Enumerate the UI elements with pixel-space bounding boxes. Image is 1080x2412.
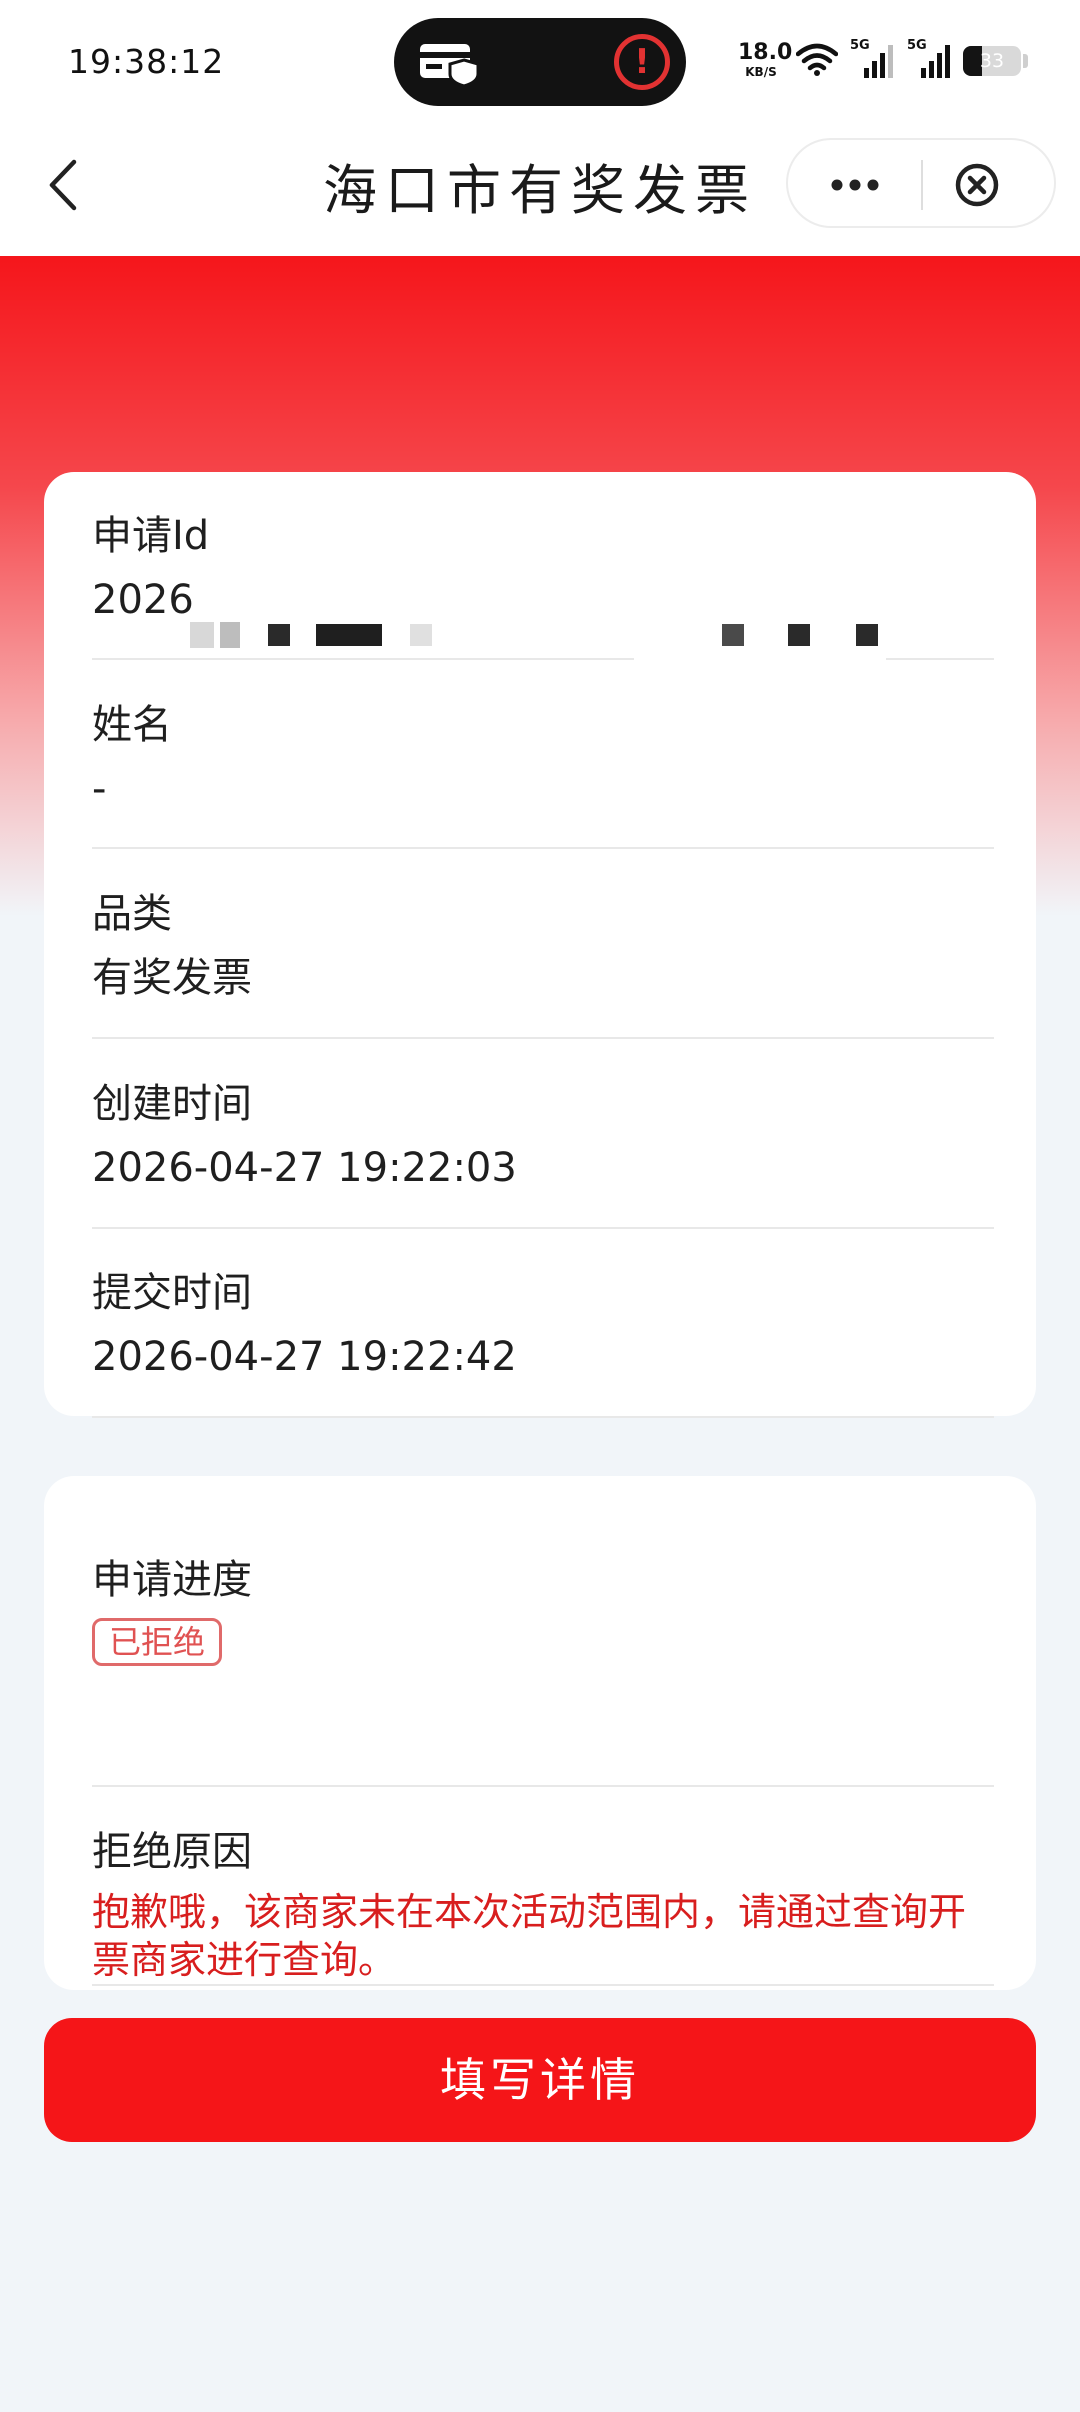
name-field: 姓名 - xyxy=(92,701,994,849)
battery-tip xyxy=(1023,54,1028,68)
created-time-field: 创建时间 2026-04-27 19:22:03 xyxy=(92,1080,994,1229)
reject-reason-text: 抱歉哦，该商家未在本次活动范围内，请通过查询开票商家进行查询。 xyxy=(92,1890,967,1982)
created-time-label: 创建时间 xyxy=(92,1081,252,1127)
submitted-time-label: 提交时间 xyxy=(92,1270,252,1316)
apply-id-label: 申请Id xyxy=(92,513,210,559)
capsule-divider xyxy=(921,160,923,210)
progress-field: 申请进度 已拒绝 xyxy=(92,1556,994,1787)
status-bar: 19:38:12 ! 18.0 KB/S 5G 5G 33 xyxy=(0,0,1080,124)
network-speed-value: 18.0 xyxy=(738,40,793,65)
dynamic-island[interactable]: ! xyxy=(394,18,686,106)
network-speed-unit: KB/S xyxy=(745,65,777,79)
apply-id-field: 申请Id 2026 xyxy=(92,512,994,662)
page: 19:38:12 ! 18.0 KB/S 5G 5G 33 海口市有奖发票 申请… xyxy=(0,0,1080,2412)
battery-percentage: 33 xyxy=(979,50,1005,72)
battery-icon: 33 xyxy=(963,46,1021,76)
progress-label: 申请进度 xyxy=(92,1557,252,1603)
more-icon[interactable] xyxy=(810,158,900,212)
category-value: 有奖发票 xyxy=(92,955,252,1001)
application-progress-card: 申请进度 已拒绝 拒绝原因 抱歉哦，该商家未在本次活动范围内，请通过查询开票商家… xyxy=(44,1476,1036,1990)
network-speed: 18.0 KB/S xyxy=(738,40,793,79)
category-label: 品类 xyxy=(92,891,172,937)
nav-bar: 海口市有奖发票 xyxy=(0,124,1080,256)
fill-details-button[interactable]: 填写详情 xyxy=(44,2018,1036,2142)
cellular-signal-icon: 5G xyxy=(850,38,894,78)
status-time: 19:38:12 xyxy=(68,42,225,81)
card-shield-icon xyxy=(420,44,480,86)
status-badge: 已拒绝 xyxy=(92,1618,223,1666)
apply-id-value: 2026 xyxy=(92,577,194,623)
wifi-icon xyxy=(796,43,838,76)
category-field: 品类 有奖发票 xyxy=(92,890,994,1039)
cellular-signal-icon: 5G xyxy=(907,38,951,78)
name-value: - xyxy=(92,766,107,812)
close-circle-icon[interactable] xyxy=(948,156,1006,214)
reject-reason-field: 拒绝原因 抱歉哦，该商家未在本次活动范围内，请通过查询开票商家进行查询。 xyxy=(92,1828,994,1986)
mini-program-capsule xyxy=(786,138,1056,228)
reject-reason-label: 拒绝原因 xyxy=(92,1829,252,1875)
submitted-time-value: 2026-04-27 19:22:42 xyxy=(92,1334,517,1380)
alert-icon: ! xyxy=(614,34,670,90)
submitted-time-field: 提交时间 2026-04-27 19:22:42 xyxy=(92,1269,994,1418)
name-label: 姓名 xyxy=(92,702,172,748)
application-info-card: 申请Id 2026 姓名 - 品类 有奖发票 创建时间 2026-04-27 1… xyxy=(44,472,1036,1418)
created-time-value: 2026-04-27 19:22:03 xyxy=(92,1145,517,1191)
